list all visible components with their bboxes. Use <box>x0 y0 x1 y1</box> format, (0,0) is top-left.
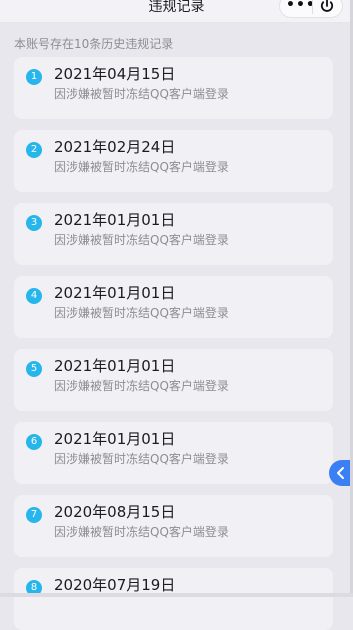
record-number-badge: 6 <box>26 434 42 450</box>
record-card[interactable]: 6 2021年01月01日 因涉嫌被暂时冻结QQ客户端登录 <box>14 422 333 484</box>
record-card[interactable]: 4 2021年01月01日 因涉嫌被暂时冻结QQ客户端登录 <box>14 276 333 338</box>
record-date: 2021年02月24日 <box>54 138 176 156</box>
record-card[interactable]: 8 2020年07月19日 <box>14 568 333 630</box>
record-description: 因涉嫌被暂时冻结QQ客户端登录 <box>54 306 229 320</box>
record-date: 2021年01月01日 <box>54 430 176 448</box>
record-date: 2020年08月15日 <box>54 503 176 521</box>
record-description: 因涉嫌被暂时冻结QQ客户端登录 <box>54 525 229 539</box>
record-date: 2021年01月01日 <box>54 211 176 229</box>
record-date: 2021年04月15日 <box>54 65 176 83</box>
power-icon <box>320 0 334 12</box>
bottom-edge <box>0 593 353 597</box>
record-date: 2020年07月19日 <box>54 576 176 594</box>
record-description: 因涉嫌被暂时冻结QQ客户端登录 <box>54 233 229 247</box>
record-number-badge: 5 <box>26 361 42 377</box>
capsule-divider <box>312 0 313 14</box>
record-card[interactable]: 5 2021年01月01日 因涉嫌被暂时冻结QQ客户端登录 <box>14 349 333 411</box>
record-card[interactable]: 7 2020年08月15日 因涉嫌被暂时冻结QQ客户端登录 <box>14 495 333 557</box>
record-number-badge: 4 <box>26 288 42 304</box>
record-number-badge: 3 <box>26 215 42 231</box>
record-summary: 本账号存在10条历史违规记录 <box>14 37 174 51</box>
record-description: 因涉嫌被暂时冻结QQ客户端登录 <box>54 452 229 466</box>
record-card[interactable]: 2 2021年02月24日 因涉嫌被暂时冻结QQ客户端登录 <box>14 130 333 192</box>
close-button[interactable] <box>315 0 339 16</box>
record-date: 2021年01月01日 <box>54 284 176 302</box>
chevron-left-icon <box>337 467 344 479</box>
record-date: 2021年01月01日 <box>54 357 176 375</box>
record-number-badge: 2 <box>26 142 42 158</box>
mini-program-capsule: ••• <box>279 0 343 18</box>
record-description: 因涉嫌被暂时冻结QQ客户端登录 <box>54 379 229 393</box>
record-description: 因涉嫌被暂时冻结QQ客户端登录 <box>54 87 229 101</box>
record-card[interactable]: 3 2021年01月01日 因涉嫌被暂时冻结QQ客户端登录 <box>14 203 333 265</box>
record-number-badge: 1 <box>26 69 42 85</box>
record-number-badge: 7 <box>26 507 42 523</box>
more-button[interactable]: ••• <box>286 0 315 15</box>
nav-bar: 违规记录 ••• <box>0 0 353 23</box>
record-card[interactable]: 1 2021年04月15日 因涉嫌被暂时冻结QQ客户端登录 <box>14 57 333 119</box>
record-description: 因涉嫌被暂时冻结QQ客户端登录 <box>54 160 229 174</box>
